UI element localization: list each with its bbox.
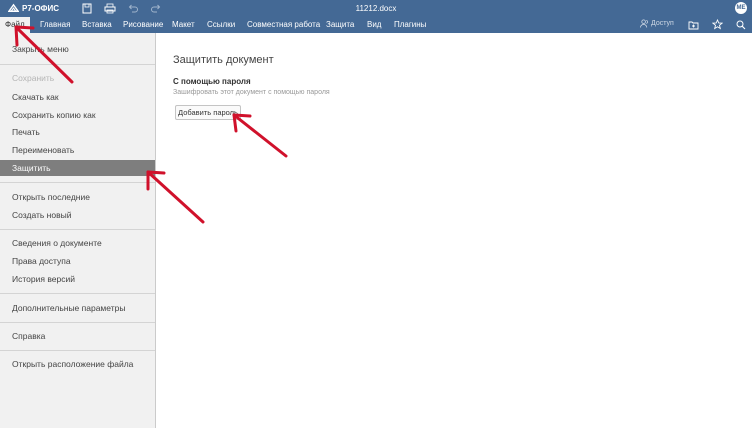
open-folder-icon[interactable] [688,20,699,30]
advanced-settings-item[interactable]: Дополнительные параметры [0,300,155,316]
save-icon[interactable] [81,3,93,14]
divider [0,350,155,351]
rename-item[interactable]: Переименовать [0,142,155,158]
create-new-item[interactable]: Создать новый [0,207,155,223]
tab-file[interactable]: Файл [0,17,30,33]
tab-home[interactable]: Главная [35,17,75,33]
menu-bar: Файл Главная Вставка Рисование Макет Ссы… [0,17,752,33]
users-icon [640,19,648,28]
logo-text: Р7-ОФИС [22,4,60,13]
divider [0,229,155,230]
tab-insert[interactable]: Вставка [77,17,117,33]
save-item: Сохранить [12,73,55,83]
open-recent-item[interactable]: Открыть последние [0,189,155,205]
help-item[interactable]: Справка [0,328,155,344]
access-rights-item[interactable]: Права доступа [0,253,155,269]
logo-icon [8,3,19,12]
redo-icon[interactable] [150,3,162,14]
panel-title: Защитить документ [173,54,274,66]
tab-view[interactable]: Вид [362,17,386,33]
app-logo: Р7-ОФИС [8,3,59,14]
user-avatar[interactable]: МЕ [735,2,747,14]
divider [0,293,155,294]
protect-item[interactable]: Защитить [0,160,155,176]
password-section-title: С помощью пароля [173,77,251,86]
divider [0,322,155,323]
password-section-description: Зашифровать этот документ с помощью паро… [173,89,330,96]
tab-layout[interactable]: Макет [167,17,200,33]
tab-collaboration[interactable]: Совместная работа [242,17,325,33]
print-item[interactable]: Печать [0,124,155,140]
undo-icon[interactable] [127,3,139,14]
star-icon[interactable] [712,19,723,30]
tab-draw[interactable]: Рисование [118,17,168,33]
version-history-item[interactable]: История версий [0,271,155,287]
access-button[interactable]: Доступ [640,19,674,28]
divider [0,182,155,183]
access-label: Доступ [651,20,674,27]
print-icon[interactable] [104,3,116,14]
download-as-item[interactable]: Скачать как [0,89,155,105]
divider [0,64,155,65]
search-icon[interactable] [736,20,746,30]
title-bar: Р7-ОФИС 11212.docx МЕ [0,0,752,17]
save-copy-as-item[interactable]: Сохранить копию как [0,107,155,123]
protect-panel: Защитить документ С помощью пароля Зашиф… [157,33,752,428]
close-menu-item[interactable]: Закрыть меню [0,41,155,57]
add-password-button[interactable]: Добавить пароль [175,105,241,120]
tab-references[interactable]: Ссылки [202,17,240,33]
document-info-item[interactable]: Сведения о документе [0,235,155,251]
file-menu-sidebar: Закрыть меню Сохранить Скачать как Сохра… [0,33,156,428]
tab-plugins[interactable]: Плагины [389,17,431,33]
tab-protection[interactable]: Защита [321,17,359,33]
open-file-location-item[interactable]: Открыть расположение файла [0,356,155,372]
